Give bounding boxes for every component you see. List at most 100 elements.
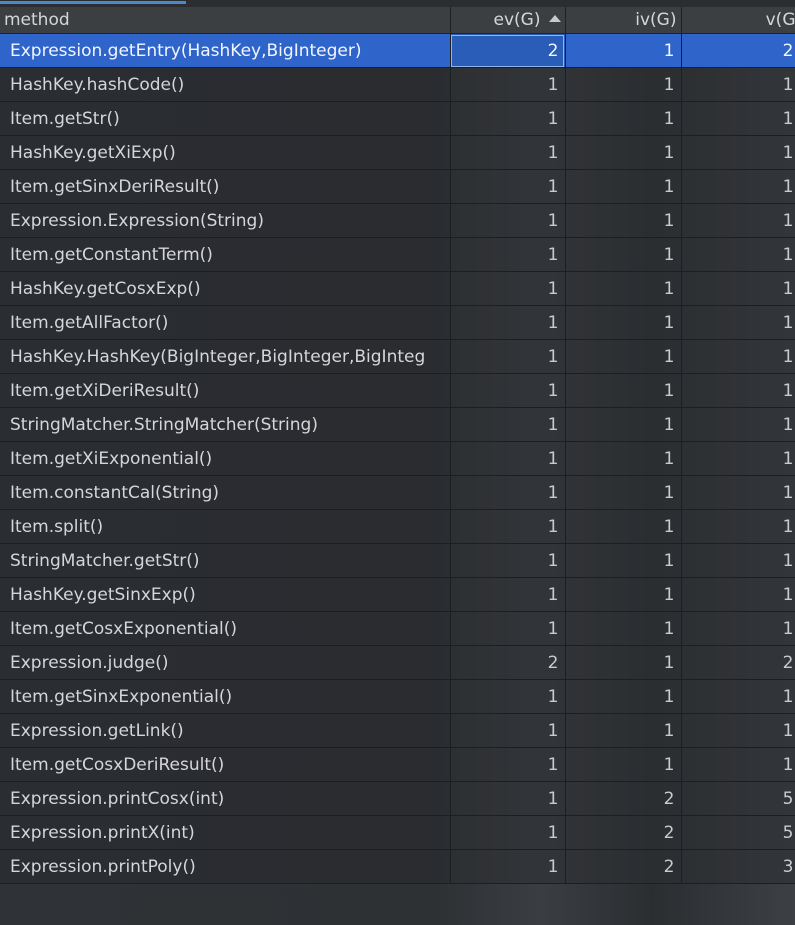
cell-iv[interactable]: 1 [565, 441, 682, 476]
cell-method[interactable]: Expression.judge() [0, 645, 451, 680]
cell-iv[interactable]: 1 [565, 611, 682, 646]
table-row[interactable]: Expression.printCosx(int) 1 2 5 [0, 781, 795, 816]
cell-iv[interactable]: 1 [565, 373, 682, 408]
table-row[interactable]: Expression.printX(int) 1 2 5 [0, 815, 795, 850]
cell-method[interactable]: Expression.printCosx(int) [0, 781, 451, 816]
cell-v[interactable]: 2 [681, 33, 795, 68]
cell-ev[interactable]: 2 [450, 645, 566, 680]
cell-iv[interactable]: 1 [565, 679, 682, 714]
cell-ev[interactable]: 1 [450, 101, 566, 136]
cell-method[interactable]: Expression.printPoly() [0, 849, 451, 884]
cell-method[interactable]: Item.getXiDeriResult() [0, 373, 451, 408]
cell-v[interactable]: 1 [681, 67, 795, 102]
cell-iv[interactable]: 1 [565, 339, 682, 374]
cell-v[interactable]: 5 [681, 781, 795, 816]
cell-iv[interactable]: 1 [565, 33, 682, 68]
cell-ev[interactable]: 1 [450, 339, 566, 374]
cell-iv[interactable]: 1 [565, 407, 682, 442]
cell-iv[interactable]: 1 [565, 135, 682, 170]
cell-ev[interactable]: 1 [450, 67, 566, 102]
table-row[interactable]: HashKey.getXiExp() 1 1 1 [0, 135, 795, 170]
cell-v[interactable]: 1 [681, 237, 795, 272]
cell-v[interactable]: 1 [681, 747, 795, 782]
cell-method[interactable]: Item.getSinxExponential() [0, 679, 451, 714]
cell-ev[interactable]: 2 [450, 33, 566, 68]
cell-ev[interactable]: 1 [450, 781, 566, 816]
cell-ev[interactable]: 1 [450, 135, 566, 170]
cell-iv[interactable]: 1 [565, 169, 682, 204]
table-row[interactable]: HashKey.getSinxExp() 1 1 1 [0, 577, 795, 612]
cell-ev[interactable]: 1 [450, 679, 566, 714]
cell-iv[interactable]: 1 [565, 713, 682, 748]
cell-v[interactable]: 1 [681, 339, 795, 374]
table-row[interactable]: Expression.Expression(String) 1 1 1 [0, 203, 795, 238]
column-header-method[interactable]: method [0, 7, 451, 34]
cell-ev[interactable]: 1 [450, 713, 566, 748]
table-row[interactable]: Expression.printPoly() 1 2 3 [0, 849, 795, 884]
cell-iv[interactable]: 1 [565, 577, 682, 612]
table-row[interactable]: Expression.getLink() 1 1 1 [0, 713, 795, 748]
cell-iv[interactable]: 2 [565, 781, 682, 816]
table-row[interactable]: Expression.getEntry(HashKey,BigInteger) 2… [0, 33, 795, 68]
table-row[interactable]: HashKey.HashKey(BigInteger,BigInteger,Bi… [0, 339, 795, 374]
table-row[interactable]: Item.getSinxDeriResult() 1 1 1 [0, 169, 795, 204]
cell-v[interactable]: 2 [681, 645, 795, 680]
cell-ev[interactable]: 1 [450, 815, 566, 850]
cell-ev[interactable]: 1 [450, 543, 566, 578]
cell-ev[interactable]: 1 [450, 203, 566, 238]
cell-ev[interactable]: 1 [450, 237, 566, 272]
cell-iv[interactable]: 2 [565, 849, 682, 884]
cell-v[interactable]: 1 [681, 169, 795, 204]
cell-iv[interactable]: 1 [565, 747, 682, 782]
table-row[interactable]: Item.getStr() 1 1 1 [0, 101, 795, 136]
cell-ev[interactable]: 1 [450, 271, 566, 306]
cell-iv[interactable]: 1 [565, 509, 682, 544]
cell-v[interactable]: 3 [681, 849, 795, 884]
cell-method[interactable]: Item.getAllFactor() [0, 305, 451, 340]
cell-method[interactable]: Item.getSinxDeriResult() [0, 169, 451, 204]
cell-ev[interactable]: 1 [450, 577, 566, 612]
cell-method[interactable]: Item.getXiExponential() [0, 441, 451, 476]
cell-v[interactable]: 1 [681, 475, 795, 510]
cell-ev[interactable]: 1 [450, 169, 566, 204]
cell-v[interactable]: 1 [681, 203, 795, 238]
cell-iv[interactable]: 2 [565, 815, 682, 850]
cell-iv[interactable]: 1 [565, 237, 682, 272]
table-row[interactable]: Item.split() 1 1 1 [0, 509, 795, 544]
cell-iv[interactable]: 1 [565, 271, 682, 306]
cell-v[interactable]: 1 [681, 135, 795, 170]
table-row[interactable]: Expression.judge() 2 1 2 [0, 645, 795, 680]
cell-method[interactable]: Expression.printX(int) [0, 815, 451, 850]
table-row[interactable]: Item.getXiDeriResult() 1 1 1 [0, 373, 795, 408]
table-row[interactable]: Item.getCosxDeriResult() 1 1 1 [0, 747, 795, 782]
cell-iv[interactable]: 1 [565, 543, 682, 578]
cell-ev[interactable]: 1 [450, 509, 566, 544]
cell-v[interactable]: 5 [681, 815, 795, 850]
cell-v[interactable]: 1 [681, 611, 795, 646]
cell-method[interactable]: Expression.getLink() [0, 713, 451, 748]
table-row[interactable]: Item.constantCal(String) 1 1 1 [0, 475, 795, 510]
cell-method[interactable]: Item.split() [0, 509, 451, 544]
column-header-v[interactable]: v(G [681, 7, 795, 34]
cell-iv[interactable]: 1 [565, 475, 682, 510]
cell-ev[interactable]: 1 [450, 611, 566, 646]
cell-method[interactable]: Item.getConstantTerm() [0, 237, 451, 272]
table-row[interactable]: Item.getXiExponential() 1 1 1 [0, 441, 795, 476]
cell-v[interactable]: 1 [681, 543, 795, 578]
cell-method[interactable]: Expression.getEntry(HashKey,BigInteger) [0, 33, 451, 68]
cell-method[interactable]: Expression.Expression(String) [0, 203, 451, 238]
table-row[interactable]: Item.getAllFactor() 1 1 1 [0, 305, 795, 340]
cell-ev[interactable]: 1 [450, 849, 566, 884]
cell-v[interactable]: 1 [681, 679, 795, 714]
cell-method[interactable]: HashKey.getSinxExp() [0, 577, 451, 612]
cell-v[interactable]: 1 [681, 271, 795, 306]
cell-v[interactable]: 1 [681, 407, 795, 442]
table-row[interactable]: StringMatcher.StringMatcher(String) 1 1 1 [0, 407, 795, 442]
cell-ev[interactable]: 1 [450, 373, 566, 408]
cell-ev[interactable]: 1 [450, 441, 566, 476]
cell-v[interactable]: 1 [681, 101, 795, 136]
cell-ev[interactable]: 1 [450, 747, 566, 782]
table-row[interactable]: Item.getSinxExponential() 1 1 1 [0, 679, 795, 714]
cell-method[interactable]: Item.getCosxExponential() [0, 611, 451, 646]
cell-iv[interactable]: 1 [565, 67, 682, 102]
